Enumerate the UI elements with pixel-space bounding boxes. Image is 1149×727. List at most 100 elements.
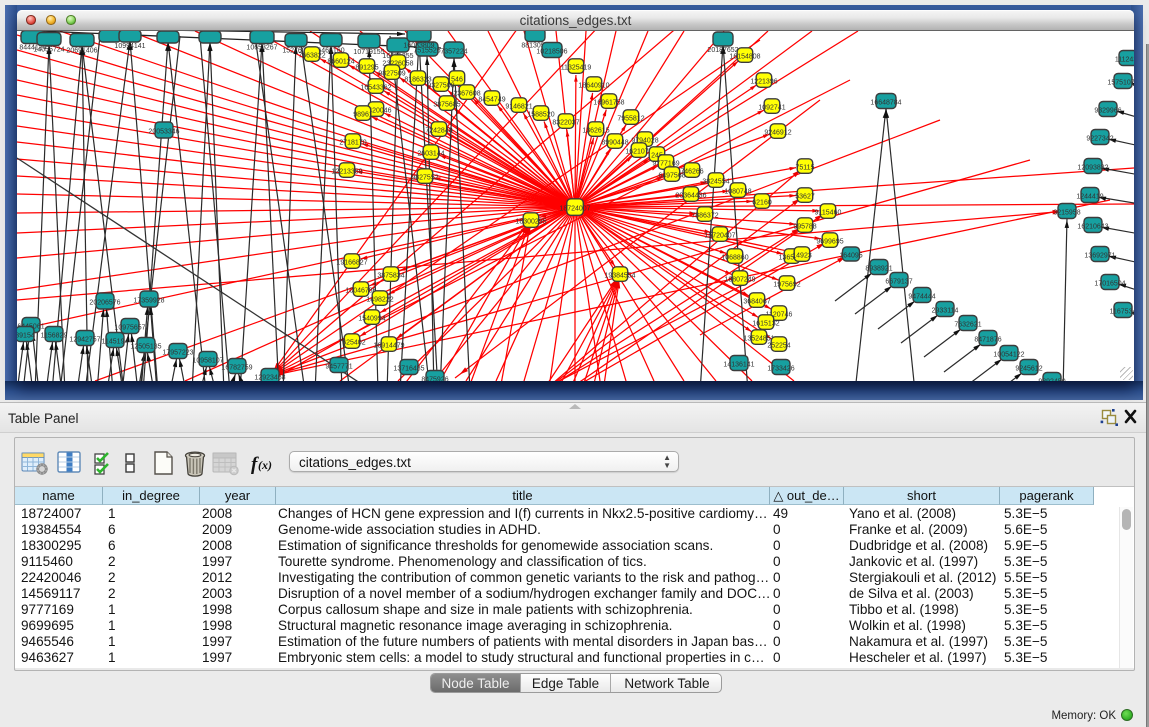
svg-text:62160: 62160 [752,200,772,207]
svg-text:15751074: 15751074 [1107,80,1134,87]
svg-text:1145194: 1145194 [102,339,129,346]
svg-text:7955812: 7955812 [617,116,644,123]
svg-text:1540994: 1540994 [358,316,385,323]
svg-text:9227342: 9227342 [1086,136,1113,143]
svg-text:17957223: 17957223 [162,350,193,357]
svg-text:7357224: 7357224 [440,49,467,56]
svg-text:2603144: 2603144 [417,151,444,158]
svg-text:2718170: 2718170 [339,140,366,147]
svg-text:12505135: 12505135 [130,344,161,351]
svg-text:20364436: 20364436 [675,193,706,200]
svg-text:75115: 75115 [796,165,815,172]
svg-text:891295: 891295 [355,65,378,72]
svg-text:1156829: 1156829 [41,333,68,340]
svg-text:3875834: 3875834 [377,273,404,280]
svg-text:15720407: 15720407 [704,233,735,240]
svg-text:9699695: 9699695 [816,239,843,246]
svg-text:9827552: 9827552 [411,175,438,182]
svg-text:98961: 98961 [353,112,373,119]
svg-text:1498222: 1498222 [366,297,393,304]
svg-text:17359928: 17359928 [133,298,164,305]
svg-text:1068860: 1068860 [721,255,748,262]
svg-text:8471876: 8471876 [974,337,1001,344]
svg-text:1221396: 1221396 [750,79,777,86]
svg-text:1112435: 1112435 [1115,57,1134,64]
svg-text:1244419: 1244419 [1076,194,1103,201]
svg-text:9457771: 9457771 [325,364,352,371]
svg-text:19384554: 19384554 [604,273,635,280]
svg-text:12923468: 12923468 [254,375,285,382]
svg-text:16648784: 16648784 [870,100,901,107]
svg-text:1080748: 1080748 [724,189,751,196]
svg-text:10218506: 10218506 [536,49,567,56]
svg-text:20691406: 20691406 [66,48,97,55]
svg-text:8990448: 8990448 [601,140,628,147]
svg-text:3684067: 3684067 [743,299,770,306]
svg-text:53627: 53627 [795,194,815,201]
svg-text:14923: 14923 [792,253,812,260]
svg-text:6497568: 6497568 [658,173,685,180]
svg-text:11325419: 11325419 [561,65,592,72]
svg-text:16782759: 16782759 [221,365,252,372]
svg-text:9115460: 9115460 [815,210,842,217]
svg-text:1588520: 1588520 [527,112,554,119]
svg-text:6679137: 6679137 [885,279,912,286]
svg-text:18300295: 18300295 [515,219,546,226]
svg-text:12213369: 12213369 [331,169,362,176]
svg-text:8660124: 8660124 [327,59,354,66]
svg-text:20053346: 20053346 [148,129,179,136]
svg-text:13524851: 13524851 [743,336,774,343]
svg-text:7632621: 7632621 [954,322,981,329]
svg-text:13692971: 13692971 [1084,253,1115,260]
svg-text:39154: 39154 [17,333,35,340]
svg-text:16033809: 16033809 [403,43,434,50]
svg-text:18724007: 18724007 [559,206,590,213]
svg-text:16154808: 16154808 [729,54,760,61]
svg-text:1975692: 1975692 [773,282,800,289]
svg-text:10653267: 10653267 [246,45,277,52]
svg-text:9245612: 9245612 [1015,366,1042,373]
svg-text:252254: 252254 [767,343,790,350]
svg-text:3875685: 3875685 [433,102,460,109]
svg-text:8454749: 8454749 [478,97,505,104]
svg-text:1733426: 1733426 [767,366,794,373]
svg-text:14136141: 14136141 [723,362,754,369]
svg-text:16961758: 16961758 [593,100,624,107]
svg-text:9827509: 9827509 [378,71,405,78]
svg-text:164095: 164095 [839,253,862,260]
svg-text:16543362: 16543362 [360,85,391,92]
svg-text:13716485: 13716485 [393,366,424,373]
svg-text:1362615: 1362615 [582,128,609,135]
svg-text:17016504: 17016504 [1094,281,1125,288]
svg-text:995788: 995788 [793,224,816,231]
svg-text:(x): (x) [258,458,272,472]
svg-text:1615132: 1615132 [752,321,779,328]
svg-text:10994141: 10994141 [114,43,145,50]
svg-text:18640910: 18640910 [578,83,609,90]
svg-text:2933114: 2933114 [932,308,959,315]
svg-text:12093832: 12093832 [1077,165,1108,172]
svg-text:2367608: 2367608 [453,91,480,98]
svg-text:7663822: 7663822 [298,53,325,60]
svg-text:1167534: 1167534 [1110,309,1134,316]
svg-text:10958107: 10958107 [192,358,223,365]
svg-text:10975657: 10975657 [114,325,145,332]
svg-text:18807249: 18807249 [724,277,755,284]
svg-text:7625402: 7625402 [338,340,365,347]
svg-text:16210643: 16210643 [1077,224,1108,231]
svg-text:9146821: 9146821 [505,104,532,111]
svg-text:1092741: 1092741 [758,105,785,112]
svg-text:20206576: 20206576 [89,300,120,307]
svg-text:8475926: 8475926 [421,377,448,382]
svg-text:7242848: 7242848 [425,128,452,135]
svg-text:9474444: 9474444 [908,294,935,301]
svg-text:8322037: 8322037 [552,120,579,127]
svg-text:9246912: 9246912 [764,130,791,137]
svg-text:3824554: 3824554 [702,179,729,186]
svg-text:19166827: 19166827 [336,260,367,267]
svg-text:12942757: 12942757 [69,337,100,344]
svg-text:16914479: 16914479 [373,343,404,350]
svg-text:10719155: 10719155 [353,49,384,56]
svg-text:9329966: 9329966 [1094,108,1121,115]
svg-text:7886372: 7886372 [691,213,718,220]
